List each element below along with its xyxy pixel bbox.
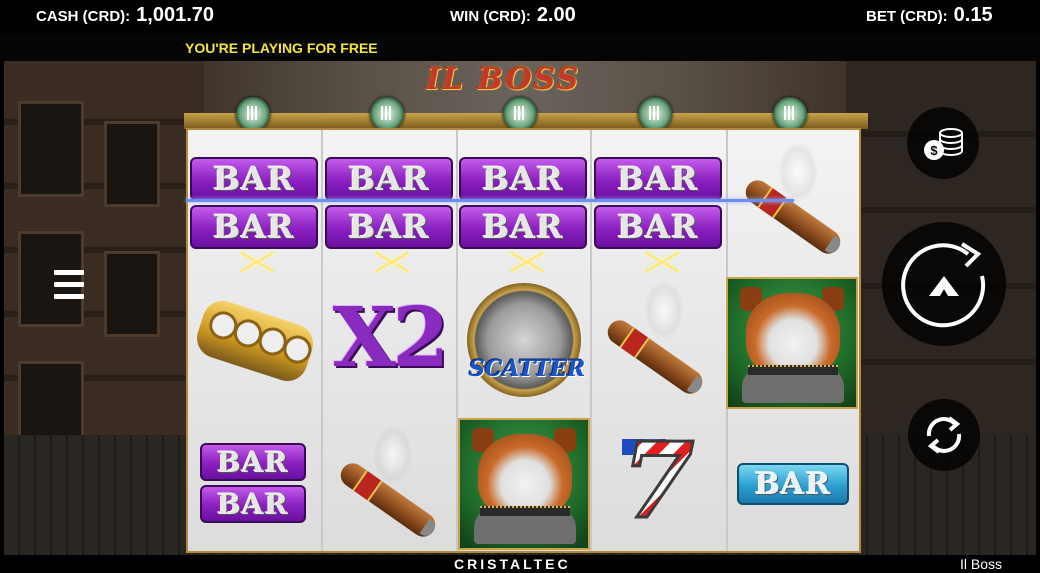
bullet-coin-icon [236, 97, 270, 131]
bullet-coin-icon [773, 97, 807, 131]
scatter-label: SCATTER [469, 356, 586, 382]
win-label: WIN (CRD): [450, 8, 531, 25]
bar-symbol: BAR [190, 157, 318, 201]
game-name-label: Il Boss [960, 556, 1003, 572]
bet-label: BET (CRD): [866, 8, 948, 25]
bulldog-symbol [458, 418, 590, 550]
win-sparkle-icon [238, 252, 276, 272]
hamburger-menu-icon [54, 282, 84, 287]
cash-value: 1,001.70 [136, 4, 215, 26]
top-status-bar: CASH (CRD): 1,001.70 WIN (CRD): 2.00 BET (… [0, 0, 1040, 33]
coins-dollar-icon: $ [924, 128, 963, 160]
brand-logo-text: CRISTALTEC [454, 556, 571, 572]
win-display: WIN (CRD): 2.00 [450, 4, 576, 27]
bar-symbol: BAR [594, 205, 722, 249]
building-window [18, 101, 84, 197]
bulldog-symbol [726, 277, 858, 409]
win-value: 2.00 [536, 4, 576, 26]
bar-symbol: BAR [459, 157, 587, 201]
autoplay-button[interactable] [908, 399, 980, 471]
bar-symbol: BAR [200, 443, 306, 481]
building-window [104, 121, 160, 207]
bar-symbol: BAR [325, 157, 453, 201]
bar-symbol: BAR [325, 205, 453, 249]
bet-display: BET (CRD): 0.15 [866, 4, 993, 27]
cash-label: CASH (CRD): [36, 8, 131, 25]
game-logo: IL BOSS [426, 62, 581, 97]
building-window [104, 251, 160, 337]
bar-symbol: BAR [200, 485, 306, 523]
reel-divider [590, 130, 592, 551]
bullet-coin-icon [503, 97, 537, 131]
win-payline [186, 199, 794, 202]
hamburger-menu-icon [54, 294, 84, 299]
bar-symbol: BAR [459, 205, 587, 249]
svg-text:$: $ [930, 143, 938, 158]
scatter-symbol: SCATTER [459, 280, 589, 400]
seven-symbol: 7 [594, 417, 722, 543]
bet-settings-button[interactable]: $ [907, 107, 979, 179]
cash-display: CASH (CRD): 1,001.70 [36, 4, 214, 27]
win-sparkle-icon [373, 252, 411, 272]
free-play-notice: YOU'RE PLAYING FOR FREE [185, 40, 378, 56]
autoplay-cycle-icon [926, 416, 962, 454]
x2-multiplier-symbol: X2 [332, 290, 450, 386]
smoke-wisp [778, 142, 818, 202]
bet-value: 0.15 [953, 4, 993, 26]
hamburger-menu-icon [54, 270, 84, 275]
brass-knuckles-symbol [191, 295, 319, 387]
spin-button[interactable] [882, 222, 1006, 346]
bullet-coin-icon [638, 97, 672, 131]
bar-symbol: BAR [594, 157, 722, 201]
menu-button[interactable] [44, 262, 94, 312]
smoke-wisp [644, 280, 684, 340]
footer-bar: CRISTALTEC Il Boss [0, 555, 1040, 573]
reel-divider [321, 130, 323, 551]
win-sparkle-icon [508, 252, 546, 272]
bullet-coin-icon [370, 97, 404, 131]
reel-grid: BAR BAR BAR BAR BAR BAR BAR BAR X2 SCATT… [186, 128, 861, 553]
win-sparkle-icon [643, 252, 681, 272]
smoke-wisp [373, 425, 413, 485]
bar-symbol-blue: BAR [737, 463, 849, 505]
spin-arrow-icon [901, 242, 986, 328]
free-play-banner: YOU'RE PLAYING FOR FREE [0, 33, 1040, 61]
bar-symbol: BAR [190, 205, 318, 249]
